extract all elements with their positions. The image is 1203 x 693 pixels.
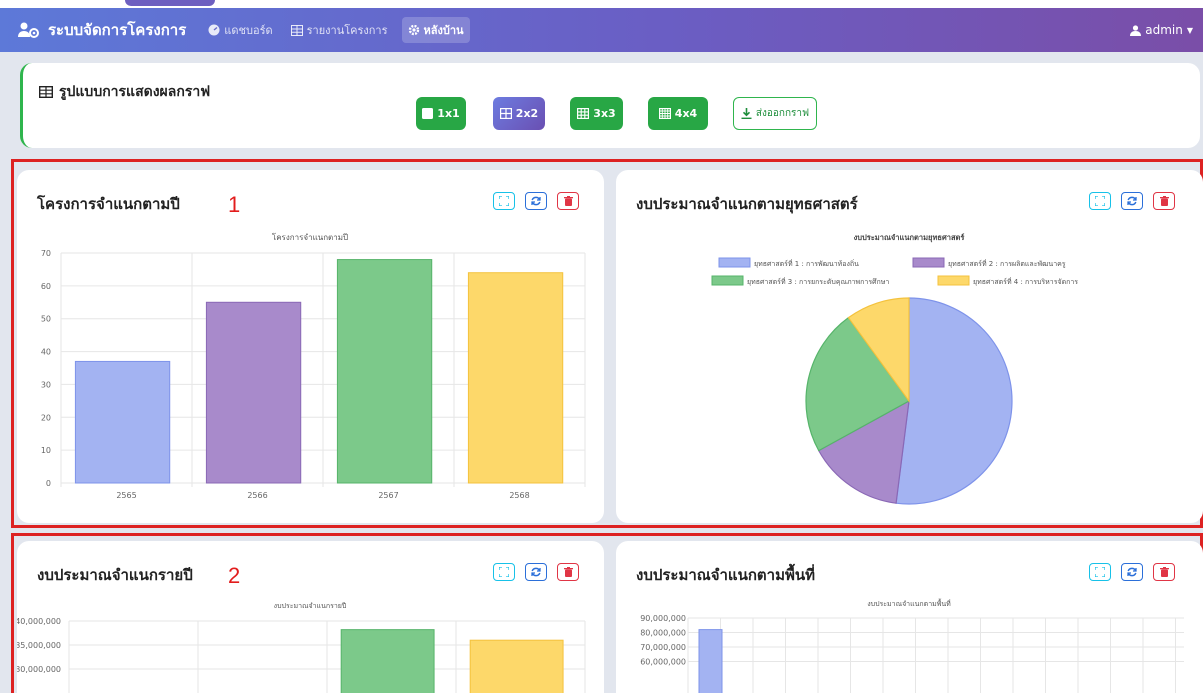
legend-label: ยุทธศาสตร์ที่ 1 : การพัฒนาท้องถิ่น (754, 259, 859, 268)
chart-card-budget-by-year: งบประมาณจำแนกรายปี งบประมาณจำแนกรายปี 40,… (17, 541, 604, 693)
pie-chart-budget-by-strategy: งบประมาณจำแนกตามยุทธศาสตร์ยุทธศาสตร์ที่ … (711, 233, 1078, 505)
dashboard-icon (208, 24, 220, 36)
top-navbar: ระบบจัดการโครงการ แดชบอร์ด รายงานโครงการ… (0, 8, 1203, 52)
bar (74, 360, 171, 484)
legend-label: ยุทธศาสตร์ที่ 2 : การผลิตและพัฒนาครู (948, 259, 1066, 268)
y-tick-label: 60 (41, 282, 51, 291)
bar (336, 259, 433, 484)
chart-title: งบประมาณจำแนกรายปี (274, 602, 347, 610)
y-tick-label: 30,000,000 (17, 665, 61, 674)
y-tick-label: 20 (41, 413, 51, 422)
browser-top-strip (0, 0, 1203, 8)
grid-2x2-icon (499, 108, 512, 119)
bar (467, 272, 564, 484)
layout-3x3-button[interactable]: 3x3 (570, 97, 623, 130)
y-tick-label: 50 (41, 315, 51, 324)
nav-item-label: รายงานโครงการ (306, 24, 388, 37)
chart-title: งบประมาณจำแนกตามพื้นที่ (867, 597, 951, 608)
brand-title: ระบบจัดการโครงการ (48, 21, 187, 39)
button-label: 4x4 (674, 107, 698, 120)
legend-swatch (937, 275, 970, 286)
users-cog-icon (18, 22, 39, 38)
bar-chart-budget-by-area: งบประมาณจำแนกตามพื้นที่ 90,000,000 80,000,… (640, 597, 1184, 693)
y-tick-label: 0 (46, 479, 51, 488)
y-tick-label: 35,000,000 (17, 641, 61, 650)
brand[interactable]: ระบบจัดการโครงการ (18, 18, 186, 42)
nav-item-label: หลังบ้าน (423, 24, 464, 37)
bar (205, 301, 302, 484)
y-tick-label: 90,000,000 (640, 614, 686, 623)
bar-chart-budget-by-year: งบประมาณจำแนกรายปี 40,000,000 35,000,000 30… (17, 602, 586, 693)
x-tick-label: 2567 (378, 491, 398, 500)
top-tab-indicator (125, 0, 215, 6)
nav-item-backend[interactable]: หลังบ้าน (401, 17, 470, 43)
panel-title: รูปแบบการแสดงผลกราฟ (39, 81, 210, 103)
chevron-down-icon: ▼ (1186, 25, 1193, 35)
user-name: admin (1145, 23, 1183, 37)
y-tick-label: 30 (41, 380, 51, 389)
annotation-number-1: 1 (228, 192, 241, 217)
layout-4x4-button[interactable]: 4x4 (648, 97, 708, 130)
x-tick-label: 2566 (247, 491, 267, 500)
legend-label: ยุทธศาสตร์ที่ 3 : การยกระดับคุณภาพการศึก… (747, 277, 889, 286)
legend-label: ยุทธศาสตร์ที่ 4 : การบริหารจัดการ (973, 277, 1078, 286)
download-icon (741, 108, 752, 119)
button-label: ส่งออกกราฟ (755, 108, 810, 119)
chart-title: งบประมาณจำแนกตามยุทธศาสตร์ (854, 233, 966, 242)
bar (469, 639, 564, 693)
layout-2x2-button[interactable]: 2x2 (493, 97, 545, 130)
y-tick-label: 40,000,000 (17, 617, 61, 626)
panel-title-text: รูปแบบการแสดงผลกราฟ (59, 84, 211, 100)
bar (698, 629, 723, 693)
legend-swatch (718, 257, 751, 268)
grid-3x3-icon (577, 108, 590, 119)
y-tick-label: 70,000,000 (640, 643, 686, 652)
legend-swatch (912, 257, 945, 268)
grid-4x4-icon (658, 108, 671, 119)
nav-item-project-report[interactable]: รายงานโครงการ (287, 17, 392, 43)
y-tick-label: 60,000,000 (640, 658, 686, 667)
nav-item-label: แดชบอร์ด (224, 24, 273, 37)
table-icon (39, 86, 53, 98)
button-label: 3x3 (593, 107, 616, 120)
legend-swatch (711, 275, 744, 286)
gear-icon (408, 24, 419, 36)
bar-chart-projects-by-year: โครงการจำแนกตามปี 0 10 20 30 40 50 60 70 2565 2566… (41, 232, 586, 500)
user-menu[interactable]: admin ▼ (1130, 8, 1193, 52)
y-tick-label: 80,000,000 (640, 629, 686, 638)
layout-panel: รูปแบบการแสดงผลกราฟ 1x1 2x2 3x3 4x4 ส่งอ… (20, 63, 1200, 148)
layout-1x1-button[interactable]: 1x1 (416, 97, 466, 130)
table-icon (290, 24, 303, 36)
chart-title: โครงการจำแนกตามปี (272, 232, 348, 242)
y-tick-label: 10 (41, 446, 51, 455)
y-tick-label: 70 (41, 249, 51, 258)
user-icon (1130, 24, 1142, 36)
nav-item-dashboard[interactable]: แดชบอร์ด (204, 17, 276, 43)
square-icon (422, 108, 434, 119)
button-label: 1x1 (437, 107, 460, 120)
x-tick-label: 2565 (116, 491, 136, 500)
annotation-number-2: 2 (228, 563, 241, 588)
bar (340, 629, 435, 693)
export-chart-button[interactable]: ส่งออกกราฟ (733, 97, 817, 130)
y-tick-label: 40 (41, 348, 51, 357)
x-tick-label: 2568 (509, 491, 529, 500)
pie-slice (895, 297, 1013, 505)
chart-card-budget-by-area: งบประมาณจำแนกตามพื้นที่ งบประมาณจำแนกตาม… (616, 541, 1203, 693)
chart-card-budget-by-strategy: งบประมาณจำแนกตามยุทธศาสตร์ งบประมาณจำแนก… (616, 170, 1203, 523)
chart-card-projects-by-year: โครงการจำแนกตามปี โครงการจำแนกตามปี 0 10 20… (17, 170, 604, 523)
button-label: 2x2 (515, 107, 539, 120)
